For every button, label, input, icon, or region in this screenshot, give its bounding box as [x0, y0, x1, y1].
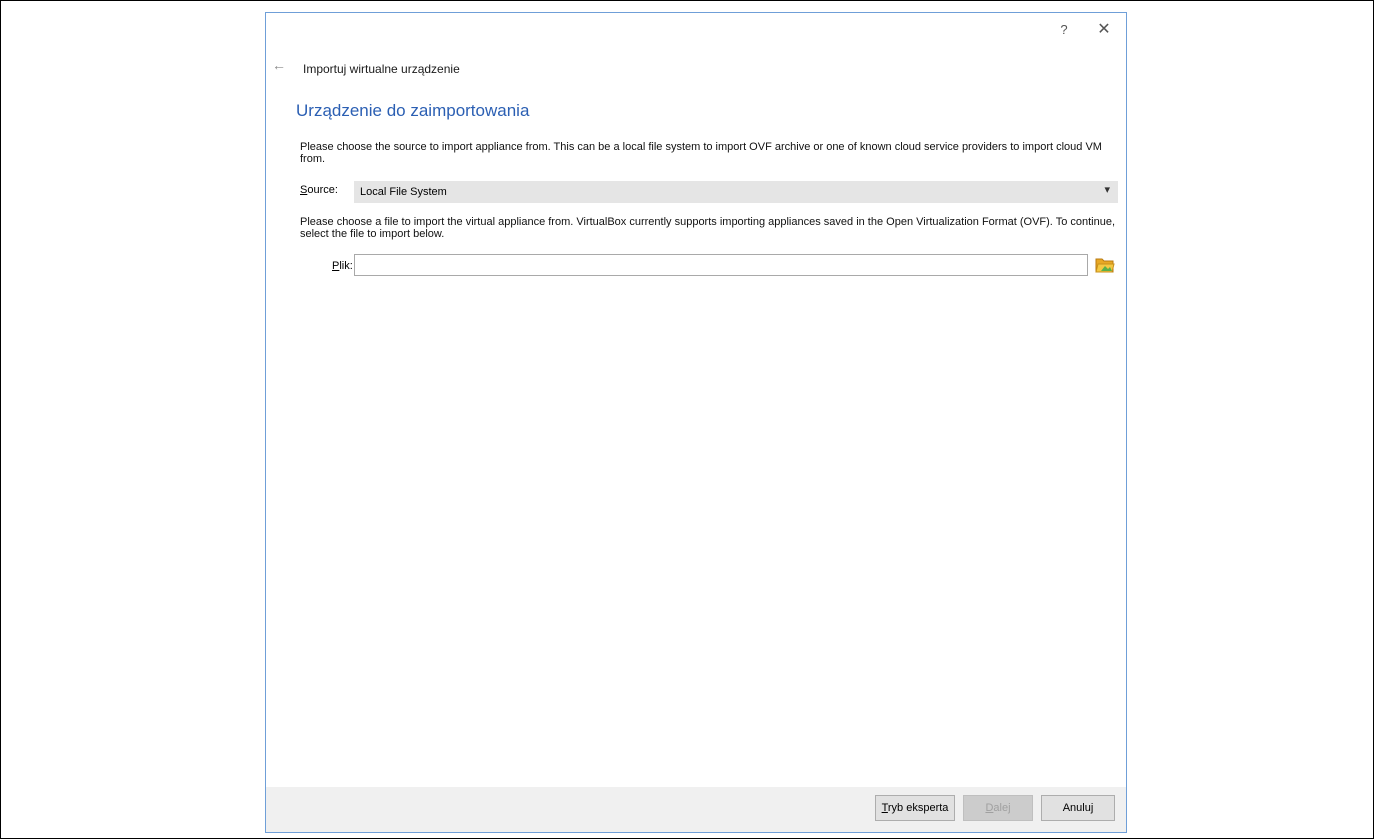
folder-open-icon[interactable] [1095, 256, 1115, 274]
wizard-title: Importuj wirtualne urządzenie [303, 62, 460, 76]
file-label-text: lik: [339, 260, 353, 272]
expert-mode-button[interactable]: Tryb eksperta [875, 795, 955, 821]
title-bar: ? ✕ [266, 13, 1126, 45]
page-title: Urządzenie do zaimportowania [296, 101, 530, 120]
chevron-down-icon: ▾ [1104, 184, 1110, 196]
source-label: Source: [300, 184, 338, 196]
source-selected-value: Local File System [360, 186, 447, 198]
next-button[interactable]: Dalej [963, 795, 1033, 821]
close-button[interactable]: ✕ [1090, 19, 1118, 41]
back-arrow-icon[interactable]: ← [272, 57, 286, 73]
source-description: Please choose the source to import appli… [300, 141, 1102, 165]
source-select[interactable]: Local File System ▾ [354, 181, 1118, 203]
file-description: Please choose a file to import the virtu… [300, 216, 1116, 240]
expert-label: ryb eksperta [887, 802, 949, 814]
source-label-text: ource: [307, 184, 338, 196]
next-label: alej [993, 802, 1011, 814]
import-appliance-dialog: ? ✕ ← Importuj wirtualne urządzenie Urzą… [265, 12, 1127, 833]
cancel-button[interactable]: Anuluj [1041, 795, 1115, 821]
dialog-footer: Tryb eksperta Dalej Anuluj [266, 787, 1126, 832]
help-button[interactable]: ? [1050, 19, 1078, 41]
file-path-input[interactable] [354, 254, 1088, 276]
file-label: Plik: [332, 260, 353, 272]
